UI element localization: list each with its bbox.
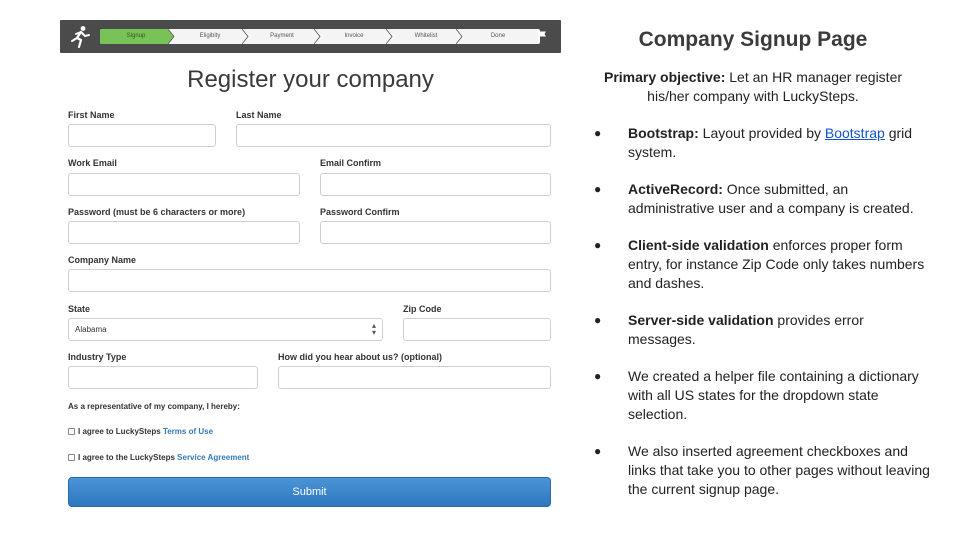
- service-text: I agree to the LuckySteps: [78, 453, 175, 462]
- objective-text: Primary objective: Let an HR manager reg…: [583, 68, 923, 106]
- last-name-label: Last Name: [236, 110, 282, 120]
- password-label: Password (must be 6 characters or more): [68, 207, 246, 217]
- hear-about-label: How did you hear about us? (optional): [278, 352, 442, 362]
- service-checkbox[interactable]: [68, 454, 75, 461]
- representative-text: As a representative of my company, I her…: [68, 402, 240, 411]
- terms-checkbox[interactable]: [68, 428, 75, 435]
- runner-logo-icon: [71, 26, 90, 49]
- bullet-item: ● Bootstrap: Layout provided by Bootstrap…: [594, 125, 913, 160]
- industry-type-label: Industry Type: [68, 352, 127, 362]
- company-name-input[interactable]: [68, 269, 551, 292]
- bullet-item: ● We created a helper file containing a d…: [594, 368, 919, 422]
- service-agreement-link[interactable]: Service Agreement: [177, 453, 249, 462]
- bullet-bold: Server-side validation: [628, 312, 774, 328]
- terms-text: I agree to LuckySteps: [78, 427, 161, 436]
- step-done[interactable]: Done: [462, 29, 534, 44]
- bullet-item: ● Server-side validation provides error m…: [594, 312, 864, 347]
- bullet-bold: ActiveRecord:: [628, 181, 723, 197]
- bullet-item: ● We also inserted agreement checkboxes a…: [594, 443, 930, 497]
- email-confirm-input[interactable]: [320, 173, 551, 196]
- slide-title: Company Signup Page: [638, 28, 868, 51]
- password-input[interactable]: [68, 221, 300, 244]
- bullet-bold: Bootstrap:: [628, 125, 699, 141]
- zip-code-label: Zip Code: [403, 304, 442, 314]
- work-email-input[interactable]: [68, 173, 300, 196]
- zip-code-input[interactable]: [403, 318, 551, 341]
- email-confirm-label: Email Confirm: [320, 158, 382, 168]
- progress-steps: Signup Eligibity Payment Invoice Whiteli…: [100, 29, 540, 44]
- first-name-label: First Name: [68, 110, 115, 120]
- terms-agreement[interactable]: I agree to LuckySteps Terms of Use: [68, 427, 213, 436]
- step-separator: [168, 29, 176, 44]
- bullet-list: ● Bootstrap: Layout provided by Bootstrap…: [590, 124, 935, 517]
- form-title: Register your company: [187, 66, 434, 93]
- last-name-input[interactable]: [236, 124, 551, 147]
- submit-button[interactable]: Submit: [68, 477, 551, 507]
- bullet-bold: Client-side validation: [628, 237, 769, 253]
- hear-about-input[interactable]: [278, 366, 551, 389]
- step-eligibity[interactable]: Eligibity: [176, 29, 244, 44]
- industry-type-input[interactable]: [68, 366, 258, 389]
- step-invoice[interactable]: Invoice: [320, 29, 388, 44]
- first-name-input[interactable]: [68, 124, 216, 147]
- progress-topbar: Signup Eligibity Payment Invoice Whiteli…: [60, 20, 561, 53]
- select-arrows-icon: ▴ ▾: [371, 321, 376, 337]
- password-confirm-label: Password Confirm: [320, 207, 400, 217]
- bullet-text: We also inserted agreement checkboxes an…: [628, 443, 930, 497]
- bullet-text: Layout provided by: [698, 125, 825, 141]
- bullet-item: ● ActiveRecord: Once submitted, an admini…: [594, 181, 914, 216]
- company-name-label: Company Name: [68, 255, 137, 265]
- bootstrap-link[interactable]: Bootstrap: [825, 125, 885, 141]
- step-signup[interactable]: Signup: [100, 29, 172, 44]
- state-label: State: [68, 304, 91, 314]
- work-email-label: Work Email: [68, 158, 117, 168]
- objective-label: Primary objective:: [603, 69, 726, 85]
- bullet-item: ● Client-side validation enforces proper …: [594, 237, 925, 291]
- terms-of-use-link[interactable]: Terms of Use: [163, 427, 213, 436]
- flag-icon[interactable]: [535, 29, 549, 45]
- state-select[interactable]: Alabama ▴ ▾: [68, 318, 383, 341]
- step-whitelist[interactable]: Whitelist: [392, 29, 460, 44]
- service-agreement[interactable]: I agree to the LuckySteps Service Agreem…: [68, 453, 249, 462]
- step-payment[interactable]: Payment: [248, 29, 316, 44]
- password-confirm-input[interactable]: [320, 221, 551, 244]
- state-select-value: Alabama: [75, 325, 107, 334]
- bullet-text: We created a helper file containing a di…: [628, 368, 919, 422]
